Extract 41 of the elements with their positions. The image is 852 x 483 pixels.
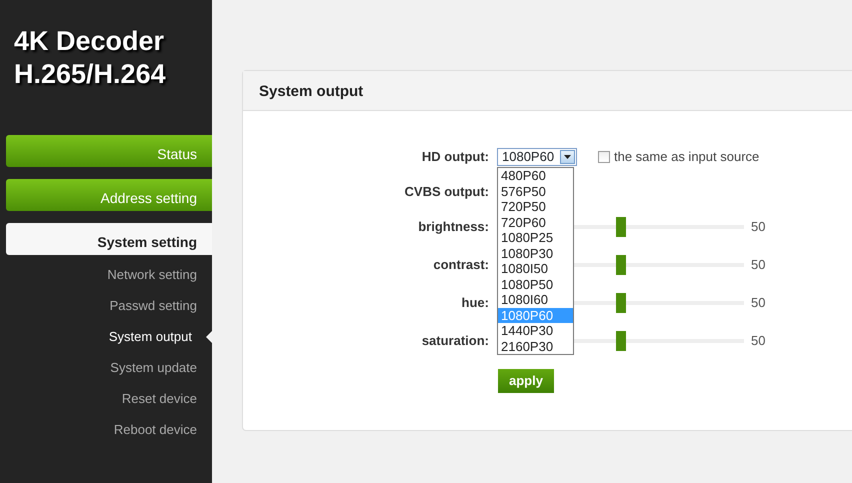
app-title: 4K Decoder [14, 25, 166, 58]
checkbox-label: the same as input source [614, 148, 760, 166]
slider-label: brightness: [417, 218, 490, 236]
slider-thumb[interactable] [616, 255, 626, 275]
dropdown-option[interactable]: 2160P30 [498, 338, 573, 354]
slider-value: 50 [751, 294, 766, 312]
pointer-icon [206, 331, 212, 343]
field-label: CVBS output: [404, 183, 490, 202]
dropdown-option[interactable]: 1080P30 [498, 246, 573, 261]
slider-thumb[interactable] [616, 217, 626, 237]
submenu-item[interactable]: System update [0, 358, 212, 389]
dropdown-option[interactable]: 1080I60 [498, 292, 573, 308]
submenu-item[interactable]: Passwd setting [0, 296, 212, 327]
slider-label: saturation: [420, 332, 490, 350]
dropdown-option[interactable]: 720P60 [498, 214, 573, 230]
slider-value: 50 [751, 256, 766, 274]
submenu-item[interactable]: Reboot device [0, 420, 212, 451]
checkbox[interactable] [598, 151, 610, 163]
dropdown-icon [560, 150, 575, 164]
apply-button[interactable]: apply [498, 369, 554, 392]
submenu-item[interactable]: Reset device [0, 389, 212, 420]
hd-output-select[interactable]: 1080P60 [497, 148, 577, 166]
submenu-item[interactable]: Network setting [0, 265, 212, 296]
dropdown-option[interactable]: 1080P50 [498, 276, 573, 292]
dropdown-option[interactable]: 1440P30 [498, 323, 573, 338]
field-label: HD output: [420, 148, 490, 166]
slider-value: 50 [751, 218, 766, 236]
panel-title: System output [243, 71, 852, 111]
slider-label: contrast: [432, 256, 490, 274]
dropdown-option[interactable]: 1080P25 [498, 230, 573, 246]
slider-thumb[interactable] [616, 293, 626, 313]
app-title: H.265/H.264 [14, 58, 167, 91]
dropdown-option[interactable]: 480P60 [498, 168, 573, 184]
dropdown-option[interactable]: 1080I50 [498, 261, 573, 276]
slider-value: 50 [751, 332, 766, 350]
section-menu-item[interactable]: System setting [6, 223, 212, 255]
dropdown-option[interactable]: 576P50 [498, 184, 573, 199]
dropdown-option[interactable]: 720P50 [498, 199, 573, 214]
slider-label: hue: [460, 294, 490, 312]
slider-thumb[interactable] [616, 331, 626, 351]
submenu-item[interactable]: System output [0, 327, 212, 358]
